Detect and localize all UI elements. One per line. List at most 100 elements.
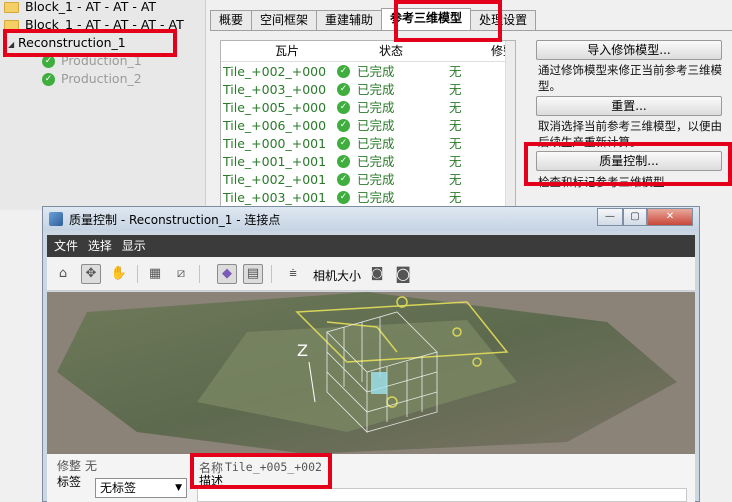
menu-display[interactable]: 显示 [119, 235, 149, 257]
tile-status: 已完成 [357, 64, 395, 79]
column-header-status[interactable]: 状态 [379, 41, 403, 61]
minimize-icon[interactable]: — [597, 208, 623, 226]
dialog-title-bar[interactable]: 质量控制 - Reconstruction_1 - 连接点 — ▢ ✕ [43, 207, 699, 231]
table-scrollbar[interactable] [505, 41, 515, 209]
viewer-toolbar: ⌂ ✥ ✋ ▦ ⧄ ◆ ▤ ⩧ 相机大小 ◙ ◙ [47, 257, 695, 291]
completed-check-icon: ✓ [337, 173, 350, 186]
project-tree: Block_1 - AT - AT - AT Block_1 - AT - AT… [0, 0, 206, 210]
tree-item-reconstruction-1[interactable]: ◢ Reconstruction_1 [8, 34, 126, 52]
tab-processing-settings[interactable]: 处理设置 [470, 10, 537, 30]
tag-select[interactable]: 无标签 ▼ [95, 478, 187, 498]
tree-item-label: Production_1 [61, 53, 142, 68]
camera-small-icon[interactable]: ◙ [367, 264, 387, 284]
import-description: 通过修饰模型来修正当前参考三维模型。 [538, 63, 722, 93]
tab-reference-3d-model[interactable]: 参考三维模型 [381, 8, 472, 30]
tile-status: 已完成 [357, 100, 395, 115]
qc-description: 检查和标记参考三维模型 [538, 175, 665, 189]
completed-check-icon: ✓ [337, 83, 350, 96]
camera-size-label: 相机大小 [313, 269, 362, 283]
completed-check-icon: ✓ [42, 73, 55, 86]
toolbar-divider [199, 265, 200, 283]
tile-trim: 无 [449, 154, 462, 169]
toolbar-divider [271, 265, 272, 283]
tile-trim: 无 [449, 64, 462, 79]
table-row[interactable]: Tile_+001_+001 ✓ 已完成 无 [221, 153, 515, 171]
menu-bar: 文件 选择 显示 [47, 235, 695, 257]
grid-icon[interactable]: ▤ [243, 264, 263, 284]
table-row[interactable]: Tile_+000_+001 ✓ 已完成 无 [221, 135, 515, 153]
tile-name: Tile_+003_+001 [223, 190, 327, 205]
z-axis-label: Z [297, 341, 308, 360]
tile-name: Tile_+000_+001 [223, 136, 327, 151]
tree-item-production-2[interactable]: ✓ Production_2 [42, 70, 142, 88]
slash-box-icon[interactable]: ⧄ [171, 264, 191, 284]
ground-level-icon[interactable]: ⩧ [283, 264, 303, 284]
selected-tile-marker [371, 372, 387, 394]
import-retouched-model-button[interactable]: 导入修饰模型... [536, 40, 722, 60]
description-label: 描述 [199, 474, 224, 488]
tag-icon[interactable]: ◆ [217, 264, 237, 284]
folder-icon [4, 2, 19, 13]
name-value: Tile_+005_+002 [225, 460, 322, 474]
tree-item-block-1-at[interactable]: Block_1 - AT - AT - AT - AT [4, 16, 184, 34]
collapse-caret-icon[interactable]: ◢ [8, 36, 18, 54]
completed-check-icon: ✓ [337, 101, 350, 114]
reconstruction-panel: 概要 空间框架 重建辅助 参考三维模型 处理设置 瓦片 状态 修整 Tile_+… [206, 0, 732, 210]
completed-check-icon: ✓ [337, 155, 350, 168]
tile-status: 已完成 [357, 118, 395, 133]
table-row[interactable]: Tile_+006_+000 ✓ 已完成 无 [221, 117, 515, 135]
tree-item-label: Production_2 [61, 71, 142, 86]
pan-hand-icon[interactable]: ✋ [109, 264, 129, 284]
menu-select[interactable]: 选择 [85, 235, 115, 257]
completed-check-icon: ✓ [337, 137, 350, 150]
tile-name: Tile_+001_+001 [223, 154, 327, 169]
camera-large-icon[interactable]: ◙ [393, 264, 413, 284]
table-row[interactable]: Tile_+002_+000 ✓ 已完成 无 [221, 63, 515, 81]
maximize-icon[interactable]: ▢ [623, 208, 647, 226]
tile-trim: 无 [449, 118, 462, 133]
tab-overview[interactable]: 概要 [210, 10, 253, 30]
properties-panel: 修整 无 标签 无标签 ▼ 名称 Tile_+005_+002 描述 [47, 454, 695, 502]
tile-status: 已完成 [357, 136, 395, 151]
description-field[interactable] [197, 488, 687, 502]
table-row[interactable]: Tile_+003_+000 ✓ 已完成 无 [221, 81, 515, 99]
orbit-icon[interactable]: ✥ [81, 264, 101, 284]
reset-button[interactable]: 重置... [536, 96, 722, 116]
tag-select-value: 无标签 [100, 481, 137, 495]
column-header-tile[interactable]: 瓦片 [275, 41, 299, 61]
tile-trim: 无 [449, 100, 462, 115]
completed-check-icon: ✓ [337, 119, 350, 132]
quality-control-button[interactable]: 质量控制... [536, 151, 722, 171]
tree-item-label: Block_1 - AT - AT - AT [25, 0, 157, 14]
header-divider [221, 61, 515, 62]
tile-status: 已完成 [357, 154, 395, 169]
close-icon[interactable]: ✕ [647, 208, 693, 226]
tab-reconstruction-constraints[interactable]: 重建辅助 [316, 10, 383, 30]
checker-icon[interactable]: ▦ [145, 264, 165, 284]
table-row[interactable]: Tile_+005_+000 ✓ 已完成 无 [221, 99, 515, 117]
tile-status: 已完成 [357, 82, 395, 97]
tile-name: Tile_+003_+000 [223, 82, 327, 97]
dialog-title: 质量控制 - Reconstruction_1 - 连接点 [69, 213, 281, 227]
table-row[interactable]: Tile_+002_+001 ✓ 已完成 无 [221, 171, 515, 189]
tile-status: 已完成 [357, 190, 395, 205]
tile-status: 已完成 [357, 172, 395, 187]
tile-trim: 无 [449, 172, 462, 187]
table-row[interactable]: Tile_+003_+001 ✓ 已完成 无 [221, 189, 515, 207]
3d-viewport[interactable]: Z [47, 292, 695, 454]
tree-item-production-1[interactable]: ✓ Production_1 [42, 52, 142, 70]
quality-control-dialog: 质量控制 - Reconstruction_1 - 连接点 — ▢ ✕ 文件 选… [42, 206, 700, 502]
completed-check-icon: ✓ [337, 191, 350, 204]
tab-spatial-framework[interactable]: 空间框架 [251, 10, 318, 30]
tab-bar: 概要 空间框架 重建辅助 参考三维模型 处理设置 [210, 8, 537, 30]
tile-trim: 无 [449, 190, 462, 205]
tile-trim: 无 [449, 82, 462, 97]
completed-check-icon: ✓ [42, 55, 55, 68]
tile-trim: 无 [449, 136, 462, 151]
tree-item-block-1[interactable]: Block_1 - AT - AT - AT [4, 0, 156, 16]
trim-value: 无 [85, 459, 98, 473]
tile-name: Tile_+006_+000 [223, 118, 327, 133]
completed-check-icon: ✓ [337, 65, 350, 78]
home-icon[interactable]: ⌂ [53, 264, 73, 284]
menu-file[interactable]: 文件 [51, 235, 81, 257]
